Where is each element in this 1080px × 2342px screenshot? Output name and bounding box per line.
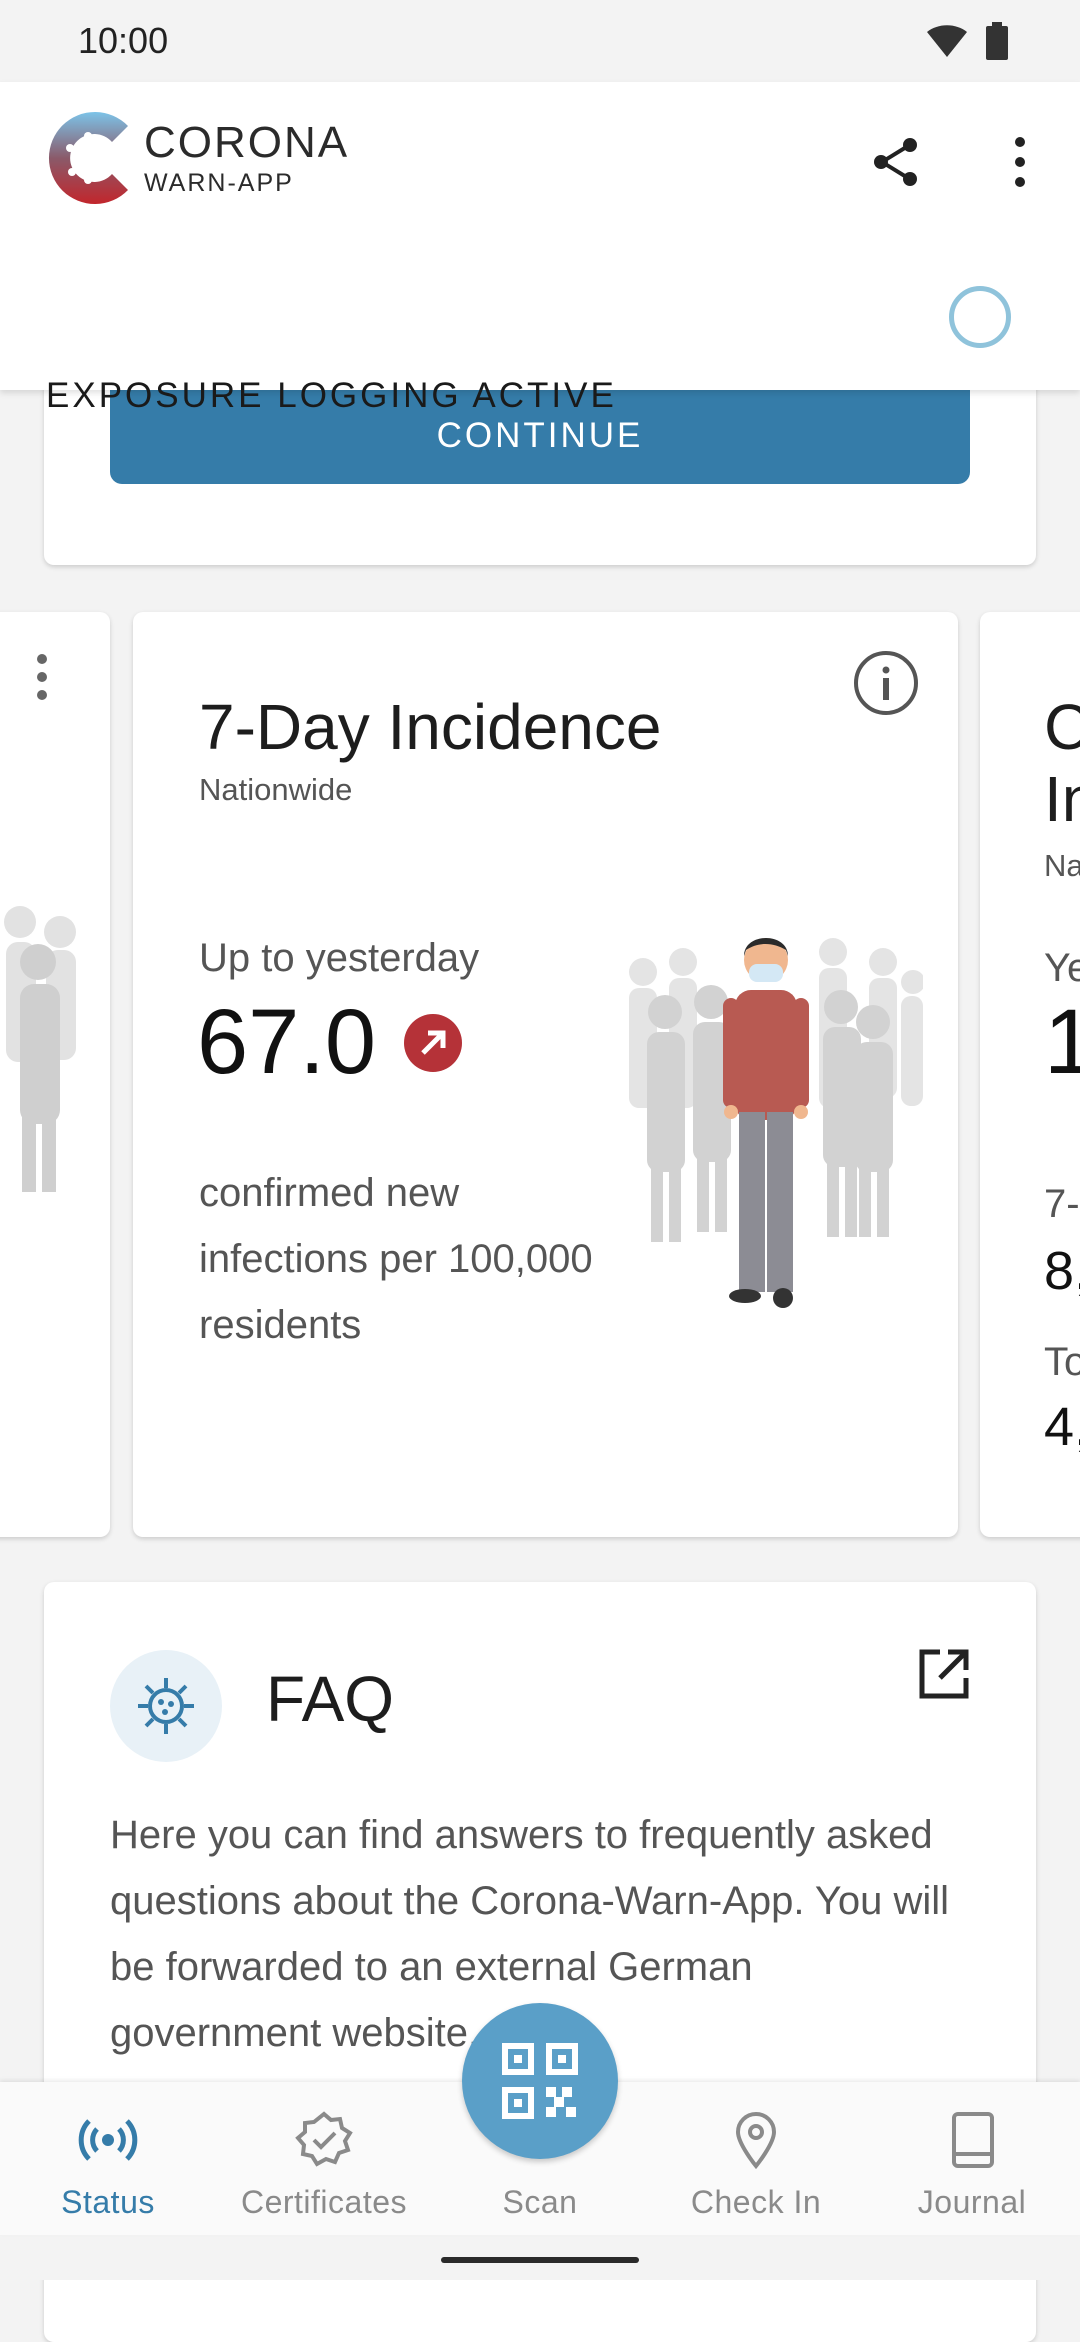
book-icon bbox=[952, 2112, 994, 2168]
nav-certificates[interactable]: Certificates bbox=[216, 2082, 432, 2235]
app-logo: CORONA WARN-APP bbox=[42, 108, 349, 208]
statistics-card-next[interactable]: C In Na Ye 1 7- 8, To 4, bbox=[980, 612, 1080, 1537]
external-link-icon bbox=[919, 1649, 969, 1699]
nav-certificates-label: Certificates bbox=[240, 2184, 408, 2220]
open-external-button[interactable] bbox=[916, 1646, 972, 1702]
scan-fab-button[interactable] bbox=[462, 2003, 618, 2159]
nav-journal-label: Journal bbox=[917, 2184, 1027, 2220]
battery-icon bbox=[986, 22, 1008, 60]
certificate-badge-icon bbox=[295, 2111, 353, 2167]
incidence-period-label: Up to yesterday bbox=[199, 936, 480, 980]
system-status-bar: 10:00 bbox=[0, 0, 1080, 82]
overflow-menu-button[interactable] bbox=[1000, 134, 1040, 190]
logo-subtitle: WARN-APP bbox=[144, 168, 294, 197]
incidence-value: 67.0 bbox=[197, 991, 377, 1093]
statistics-card-incidence: 7-Day Incidence Nationwide Up to yesterd… bbox=[133, 612, 958, 1537]
more-vert-icon bbox=[1015, 137, 1025, 187]
gesture-handle[interactable] bbox=[441, 2257, 639, 2263]
broadcast-icon bbox=[78, 2119, 138, 2161]
statistics-card-previous[interactable] bbox=[0, 612, 110, 1537]
next-card-value-1: 1 bbox=[1044, 991, 1080, 1093]
wifi-icon bbox=[927, 25, 967, 57]
next-card-row-3: To bbox=[1044, 1340, 1080, 1384]
status-icons bbox=[926, 22, 1008, 60]
next-card-row-2: 7- bbox=[1044, 1182, 1080, 1226]
next-card-title-1: C bbox=[1044, 691, 1080, 763]
incidence-title: 7-Day Incidence bbox=[199, 691, 662, 763]
status-time: 10:00 bbox=[78, 20, 169, 61]
tracing-status-label: EXPOSURE LOGGING ACTIVE bbox=[46, 376, 617, 415]
share-button[interactable] bbox=[868, 134, 924, 190]
nav-check-in[interactable]: Check In bbox=[648, 2082, 864, 2235]
incidence-subtitle: Nationwide bbox=[199, 772, 353, 807]
corona-logo-icon bbox=[48, 112, 128, 204]
faq-title: FAQ bbox=[266, 1663, 395, 1735]
info-button[interactable] bbox=[853, 650, 919, 716]
nav-check-in-label: Check In bbox=[690, 2184, 822, 2220]
masked-person-illustration bbox=[629, 938, 923, 1308]
next-card-subtitle: Na bbox=[1044, 848, 1080, 883]
location-pin-icon bbox=[735, 2112, 777, 2170]
nav-status-label: Status bbox=[61, 2184, 155, 2220]
trend-up-icon bbox=[404, 1014, 462, 1072]
nav-status[interactable]: Status bbox=[0, 2082, 216, 2235]
qr-code-icon bbox=[502, 2043, 578, 2119]
logo-title: CORONA bbox=[144, 117, 350, 167]
next-card-row-1: Ye bbox=[1044, 946, 1080, 990]
tracing-status-row[interactable]: EXPOSURE LOGGING ACTIVE bbox=[0, 282, 1080, 415]
tracing-progress-ring-icon bbox=[949, 286, 1011, 348]
nav-scan-label: Scan bbox=[502, 2184, 578, 2220]
next-card-title-2: In bbox=[1044, 763, 1080, 835]
crowd-illustration bbox=[4, 906, 76, 1192]
incidence-description: confirmed new infections per 100,000 res… bbox=[199, 1171, 593, 1347]
info-icon bbox=[854, 651, 918, 715]
faq-icon-circle bbox=[110, 1650, 222, 1762]
share-icon bbox=[874, 138, 917, 186]
app-header: CORONA WARN-APP EXPOSURE LOGGING ACTIVE bbox=[0, 82, 1080, 415]
next-card-value-3: 4, bbox=[1044, 1397, 1080, 1457]
next-card-value-2: 8, bbox=[1044, 1241, 1080, 1301]
virus-icon bbox=[138, 1678, 194, 1734]
nav-journal[interactable]: Journal bbox=[864, 2082, 1080, 2235]
more-vert-icon[interactable] bbox=[32, 652, 52, 702]
